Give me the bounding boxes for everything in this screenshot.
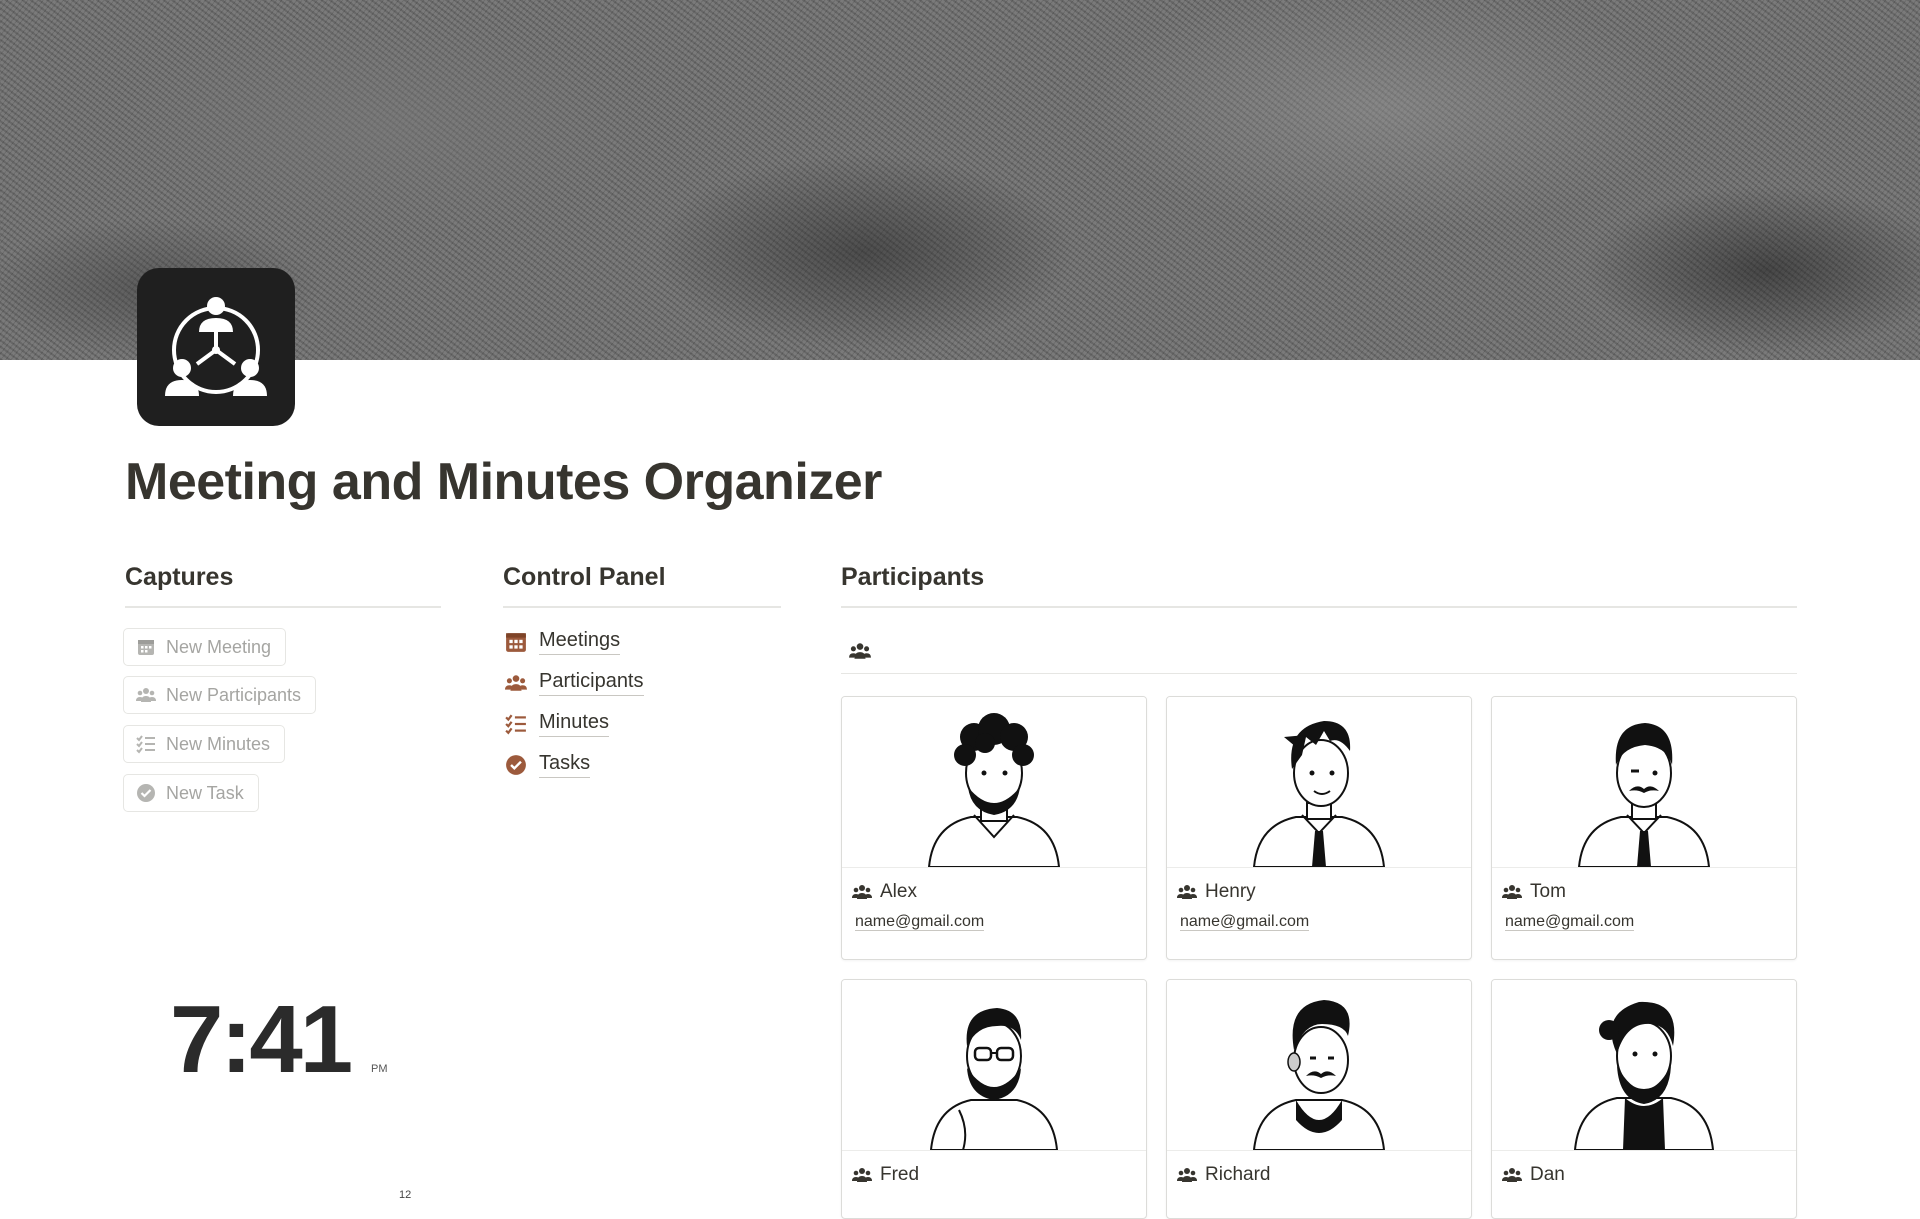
participant-card-henry[interactable]: Henry name@gmail.com bbox=[1166, 696, 1472, 960]
beard-jacket-avatar bbox=[1573, 1001, 1715, 1150]
check-circle-icon bbox=[506, 755, 526, 775]
people-icon bbox=[1177, 1168, 1197, 1182]
captures-heading: Captures bbox=[125, 563, 441, 608]
participants-view-bar bbox=[841, 628, 1797, 674]
people-icon[interactable] bbox=[849, 640, 871, 662]
pompadour-mustache-avatar bbox=[1252, 1000, 1386, 1150]
mustache-tie-avatar bbox=[1577, 723, 1711, 867]
control-minutes-link[interactable]: Minutes bbox=[505, 711, 610, 737]
people-icon bbox=[505, 675, 527, 691]
curly-hair-beard-avatar bbox=[927, 713, 1061, 867]
people-icon bbox=[852, 885, 872, 899]
participant-name: Fred bbox=[880, 1164, 920, 1185]
new-meeting-label: New Meeting bbox=[166, 636, 272, 657]
new-meeting-button[interactable]: New Meeting bbox=[123, 628, 287, 666]
page-title: Meeting and Minutes Organizer bbox=[125, 453, 882, 511]
spiky-hair-tie-avatar bbox=[1252, 721, 1386, 867]
participant-name: Richard bbox=[1205, 1164, 1271, 1185]
clock-ampm: PM bbox=[371, 1063, 388, 1075]
participant-name: Tom bbox=[1530, 881, 1566, 902]
participant-name: Henry bbox=[1205, 881, 1256, 902]
check-circle-icon bbox=[137, 784, 155, 802]
checklist-icon bbox=[136, 735, 155, 754]
participant-card-dan[interactable]: Dan bbox=[1491, 979, 1797, 1219]
participant-card-alex[interactable]: Alex name@gmail.com bbox=[841, 696, 1147, 960]
participant-card-fred[interactable]: Fred bbox=[841, 979, 1147, 1219]
glasses-beard-avatar bbox=[929, 1008, 1059, 1150]
people-icon bbox=[852, 1168, 872, 1182]
new-task-label: New Task bbox=[166, 782, 244, 803]
participant-email[interactable]: name@gmail.com bbox=[842, 903, 1146, 931]
checklist-icon bbox=[505, 714, 526, 735]
control-meetings-link[interactable]: Meetings bbox=[505, 629, 621, 655]
calendar-icon bbox=[138, 640, 154, 655]
people-icon bbox=[1502, 1168, 1522, 1182]
calendar-icon bbox=[506, 633, 526, 652]
control-minutes-label: Minutes bbox=[539, 711, 610, 737]
control-panel-heading: Control Panel bbox=[503, 563, 781, 608]
new-minutes-label: New Minutes bbox=[166, 733, 271, 754]
new-task-button[interactable]: New Task bbox=[123, 774, 259, 812]
participants-heading: Participants bbox=[841, 563, 1797, 608]
control-tasks-link[interactable]: Tasks bbox=[505, 752, 591, 778]
new-participants-button[interactable]: New Participants bbox=[123, 676, 317, 714]
people-icon bbox=[1177, 885, 1197, 899]
participant-card-richard[interactable]: Richard bbox=[1166, 979, 1472, 1219]
clock-time: 7:41 bbox=[170, 986, 353, 1093]
new-minutes-button[interactable]: New Minutes bbox=[123, 725, 286, 763]
clock-date-fragment: 12 bbox=[399, 1189, 412, 1201]
new-participants-label: New Participants bbox=[166, 684, 302, 705]
control-tasks-label: Tasks bbox=[539, 752, 591, 778]
participant-email[interactable]: name@gmail.com bbox=[1492, 903, 1796, 931]
people-icon bbox=[1502, 885, 1522, 899]
meeting-network-icon[interactable] bbox=[137, 268, 295, 426]
control-participants-link[interactable]: Participants bbox=[505, 670, 644, 696]
control-meetings-label: Meetings bbox=[539, 629, 621, 655]
people-icon bbox=[136, 688, 156, 702]
participant-name: Dan bbox=[1530, 1164, 1565, 1185]
control-participants-label: Participants bbox=[539, 670, 644, 696]
participant-card-tom[interactable]: Tom name@gmail.com bbox=[1491, 696, 1797, 960]
participant-name: Alex bbox=[880, 881, 917, 902]
participant-email[interactable]: name@gmail.com bbox=[1167, 903, 1471, 931]
